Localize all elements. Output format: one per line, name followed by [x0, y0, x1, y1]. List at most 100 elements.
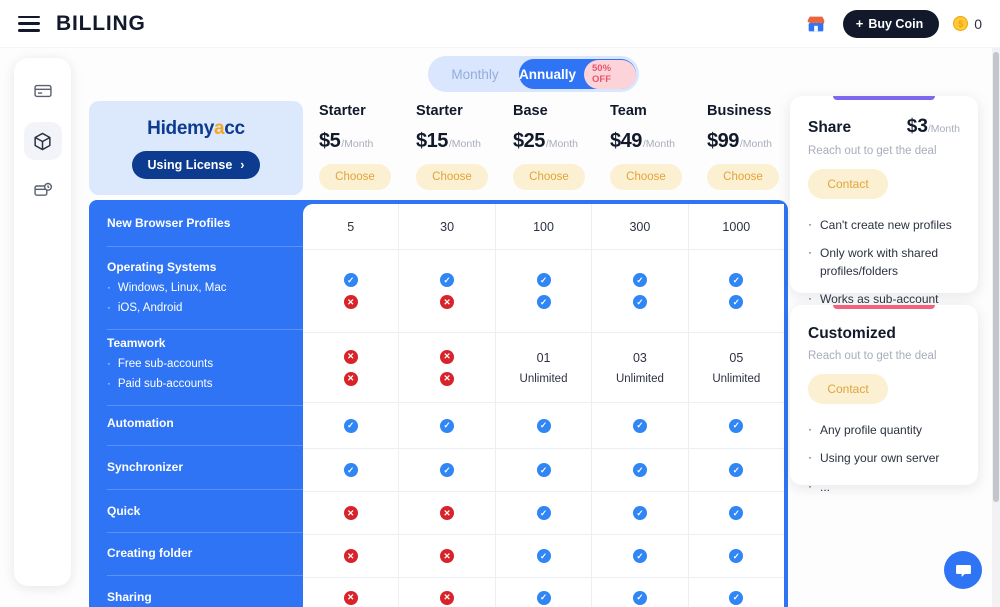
plan-name: Starter: [416, 103, 463, 119]
cross-icon: ✕: [343, 295, 358, 309]
cell-value: 300: [629, 219, 651, 234]
table-cell: 100: [496, 204, 593, 249]
bullet-icon: ·: [107, 378, 111, 390]
feature-group: Automation: [107, 416, 293, 430]
table-cell: 300: [592, 204, 689, 249]
table-row: ✓ ✓ ✓ ✓ ✓: [303, 403, 784, 449]
header-actions: + Buy Coin $ 0: [803, 9, 982, 38]
cross-icon: ✕: [343, 349, 358, 364]
check-icon: ✓: [729, 590, 744, 605]
addon-bullet-list: · Any profile quantity · Using your own ser…: [808, 422, 960, 496]
feature-divider: [107, 329, 303, 330]
plan-name: Team: [610, 103, 647, 119]
chevron-right-icon: ›: [240, 157, 245, 172]
addon-bullet-label: Any profile quantity: [820, 423, 923, 437]
table-cell: ✓ ✓: [689, 250, 784, 332]
table-cell: ✓: [689, 578, 784, 607]
table-row: ✕ ✕ ✕ ✕ 01 Unlimited 03 Unlimited 05 Unlimited: [303, 333, 784, 403]
table-row: ✓ ✓ ✓ ✓ ✓: [303, 449, 784, 492]
check-icon: ✓: [729, 549, 744, 563]
using-license-button[interactable]: Using License ›: [131, 150, 261, 179]
feature-title: Teamwork: [107, 336, 166, 350]
table-cell: ✓: [689, 535, 784, 577]
table-cell: ✕: [303, 492, 400, 534]
hamburger-menu-icon[interactable]: [18, 15, 40, 32]
addon-header: Share $3/Month: [808, 116, 960, 138]
plan-price-row: $15/Month: [416, 130, 497, 153]
page-scrollbar-thumb[interactable]: [993, 52, 999, 502]
sidebar-item-packages[interactable]: [23, 122, 62, 160]
choose-button[interactable]: Choose: [707, 164, 779, 190]
plan-price: $49: [610, 130, 642, 152]
table-cell: ✓: [496, 492, 593, 534]
bullet-icon: ·: [107, 302, 111, 314]
addon-accent-bar: [833, 96, 935, 100]
table-cell: ✓: [689, 492, 784, 534]
feature-group: Quick: [107, 504, 293, 518]
cell-value: 05: [729, 350, 744, 365]
choose-button[interactable]: Choose: [610, 164, 682, 190]
table-cell: ✓: [592, 535, 689, 577]
table-cell: 5: [303, 204, 400, 249]
check-icon: ✓: [729, 295, 744, 309]
table-cell: ✓: [689, 449, 784, 491]
addon-bullet: · Any profile quantity: [808, 422, 960, 439]
table-cell: ✕: [399, 492, 496, 534]
sidebar-item-history[interactable]: [24, 172, 62, 210]
buy-coin-button[interactable]: + Buy Coin: [842, 9, 940, 38]
table-row: ✕ ✕ ✓ ✓ ✓: [303, 492, 784, 535]
brand-card: Hidemyacc Using License ›: [89, 101, 303, 195]
check-icon: ✓: [729, 273, 744, 287]
check-icon: ✓: [440, 418, 455, 433]
table-cell: ✓: [303, 449, 400, 491]
choose-button[interactable]: Choose: [416, 164, 488, 190]
feature-divider: [107, 532, 303, 533]
check-icon: ✓: [729, 506, 744, 520]
check-icon: ✓: [729, 463, 744, 477]
addon-period: /Month: [927, 123, 960, 135]
coin-balance[interactable]: $ 0: [953, 16, 982, 32]
cell-value: 100: [533, 219, 554, 234]
feature-group: Sharing: [107, 590, 293, 604]
cell-value: Unlimited: [615, 372, 664, 385]
choose-button[interactable]: Choose: [513, 164, 585, 190]
table-cell: ✓: [592, 492, 689, 534]
choose-button[interactable]: Choose: [319, 164, 391, 190]
table-cell: ✕ ✕: [399, 333, 496, 402]
toggle-monthly[interactable]: Monthly: [431, 67, 519, 82]
table-cell: ✕: [399, 535, 496, 577]
feature-subitem: · Windows, Linux, Mac: [107, 282, 293, 294]
app-header: BILLING + Buy Coin $ 0: [0, 0, 1000, 48]
plan-column: Business $99/Month Choose: [691, 101, 788, 195]
toggle-annually[interactable]: Annually 50% OFF: [519, 59, 636, 89]
addon-bullet-label: Only work with shared profiles/folders: [820, 246, 939, 278]
table-cell: 01 Unlimited: [496, 333, 593, 402]
contact-button[interactable]: Contact: [808, 374, 888, 404]
check-icon: ✓: [536, 273, 551, 287]
plan-comparison-table: New Browser Profiles Operating Systems · Wi…: [89, 200, 788, 607]
cell-value: Unlimited: [712, 372, 761, 385]
sidebar-item-billing[interactable]: [24, 72, 62, 110]
feature-group: Synchronizer: [107, 460, 293, 474]
check-icon: ✓: [536, 463, 551, 477]
check-icon: ✓: [632, 506, 647, 520]
cross-icon: ✕: [343, 549, 358, 563]
plan-headers: Starter $5/Month Choose Starter $15/Month Cho…: [303, 101, 788, 195]
contact-button[interactable]: Contact: [808, 169, 888, 199]
feature-divider: [107, 405, 303, 406]
cross-icon: ✕: [440, 549, 455, 563]
feature-subitem: · Free sub-accounts: [107, 358, 293, 370]
table-cell: ✓: [689, 403, 784, 448]
cross-icon: ✕: [440, 349, 455, 364]
table-cell: ✓: [399, 449, 496, 491]
feature-title: Sharing: [107, 590, 152, 604]
table-cell: ✓: [496, 535, 593, 577]
plan-price: $15: [416, 130, 448, 152]
plan-column: Starter $15/Month Choose: [400, 101, 497, 195]
addon-accent-bar: [833, 305, 935, 309]
store-icon[interactable]: [803, 11, 829, 37]
addon-price-wrap: $3/Month: [907, 116, 960, 138]
plan-column: Starter $5/Month Choose: [303, 101, 400, 195]
chat-bubble-icon[interactable]: [944, 551, 982, 589]
table-cell: ✓ ✕: [303, 250, 400, 332]
